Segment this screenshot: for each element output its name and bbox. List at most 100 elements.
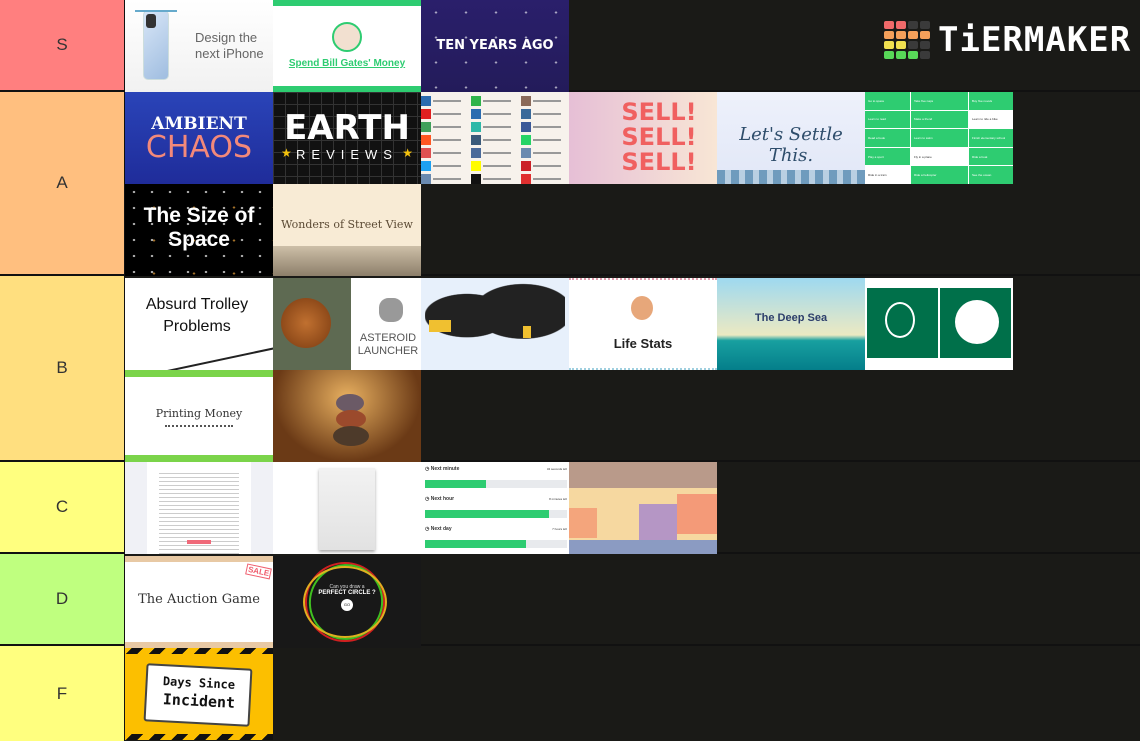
tile-printing-money[interactable]: Printing Money bbox=[125, 370, 273, 462]
star-icon: ★ bbox=[402, 146, 413, 160]
progress-track bbox=[425, 510, 567, 518]
share-icon bbox=[471, 160, 481, 171]
checklist-item: Go to space bbox=[865, 92, 910, 110]
tile-blank-paper[interactable] bbox=[273, 462, 421, 554]
objects-decoration bbox=[717, 170, 865, 184]
share-label bbox=[533, 164, 561, 167]
tier-label[interactable]: F bbox=[0, 646, 125, 741]
tile-bill-gates[interactable]: Spend Bill Gates' Money bbox=[273, 0, 421, 92]
share-icon bbox=[521, 108, 531, 119]
logo-square bbox=[896, 41, 906, 49]
tile-absurd-trolley[interactable]: Absurd Trolley Problems bbox=[125, 278, 273, 370]
tile-auction-game[interactable]: SALE The Auction Game bbox=[125, 556, 273, 648]
logo-square bbox=[884, 41, 894, 49]
tile-days-since-incident[interactable]: Days Since Incident bbox=[125, 648, 273, 740]
sale-stamp: SALE bbox=[244, 563, 272, 580]
share-button-grid bbox=[421, 92, 569, 184]
logo-square bbox=[884, 51, 894, 59]
share-button bbox=[521, 146, 569, 159]
checklist-item: Learn to read bbox=[865, 110, 910, 129]
progress-remaining: 7 hours left bbox=[552, 527, 567, 531]
sell-line: SELL! bbox=[621, 148, 697, 176]
share-button bbox=[471, 107, 519, 120]
tier-row-d: D SALE The Auction Game Can you draw a P… bbox=[0, 554, 1140, 648]
go-button[interactable]: GO bbox=[341, 599, 353, 611]
share-icon bbox=[521, 160, 531, 171]
tier-row-s: S Design the next iPhone Spend Bill Gate… bbox=[0, 0, 1140, 92]
tile-size-of-space[interactable]: The Size of Space bbox=[125, 184, 273, 276]
tier-items: SALE The Auction Game Can you draw a PER… bbox=[125, 554, 1140, 648]
checklist-item: See the ocean bbox=[969, 166, 1013, 184]
tile-asteroid-launcher[interactable]: ASTEROID LAUNCHER bbox=[351, 278, 421, 370]
share-label bbox=[483, 99, 511, 102]
sell-line: SELL! bbox=[621, 123, 697, 151]
tile-asteroid-crater[interactable] bbox=[273, 278, 351, 370]
tile-tectonic-plates[interactable] bbox=[569, 462, 717, 554]
tile-title: Spend Bill Gates' Money bbox=[288, 58, 406, 69]
checklist-item: Learn to swim bbox=[911, 129, 968, 147]
tier-label[interactable]: A bbox=[0, 92, 125, 274]
track-drawing bbox=[136, 347, 273, 370]
share-icon bbox=[521, 147, 531, 158]
share-label bbox=[533, 99, 561, 102]
checklist-item: Ride in a train bbox=[865, 166, 910, 184]
tier-row-a: A AMBIENT CHAOS EARTH ★ REVIEWS ★ SELL! S… bbox=[0, 92, 1140, 276]
tier-label[interactable]: C bbox=[0, 462, 125, 552]
tile-lets-settle-this[interactable]: Let's Settle This. bbox=[717, 92, 865, 184]
logo-grid-icon bbox=[884, 21, 930, 59]
tile-checklist[interactable]: Go to space Take five naps Buy five novels… bbox=[865, 92, 1013, 184]
share-button bbox=[471, 133, 519, 146]
share-label bbox=[533, 125, 561, 128]
logo-square bbox=[896, 51, 906, 59]
starbucks-logo-circle bbox=[955, 300, 999, 344]
share-icon bbox=[521, 173, 531, 184]
tier-label[interactable]: D bbox=[0, 554, 125, 644]
plate bbox=[569, 540, 717, 554]
tier-row-c: C ◷ Next minute 34 seconds left ◷ Next hou… bbox=[0, 462, 1140, 554]
tile-article-page[interactable] bbox=[125, 462, 273, 554]
tile-title: Design the next iPhone bbox=[195, 30, 264, 61]
tile-share-buttons[interactable] bbox=[421, 92, 569, 184]
tier-label[interactable]: S bbox=[0, 0, 125, 90]
logo-square bbox=[920, 31, 930, 39]
share-icon bbox=[421, 95, 431, 106]
logo-square bbox=[908, 51, 918, 59]
logo-square bbox=[920, 51, 930, 59]
share-label bbox=[433, 177, 461, 180]
tile-progress-bars[interactable]: ◷ Next minute 34 seconds left ◷ Next hour 8… bbox=[421, 462, 569, 554]
highlight-india bbox=[523, 326, 531, 338]
tile-design-iphone[interactable]: Design the next iPhone bbox=[125, 0, 273, 92]
share-button bbox=[471, 146, 519, 159]
tile-life-stats[interactable]: Life Stats bbox=[569, 278, 717, 370]
tile-balancing-stones[interactable] bbox=[273, 370, 421, 462]
plate bbox=[639, 504, 677, 544]
tile-subtitle: CHAOS bbox=[145, 130, 253, 165]
tile-sell[interactable]: SELL! SELL! SELL! bbox=[569, 92, 717, 184]
checklist-item: Play a sport bbox=[865, 147, 910, 166]
tile-world-map[interactable] bbox=[421, 278, 569, 370]
plate bbox=[569, 462, 717, 488]
tile-ambient-chaos[interactable]: AMBIENT CHAOS bbox=[125, 92, 273, 184]
share-button bbox=[421, 120, 469, 133]
tile-deep-sea[interactable]: The Deep Sea bbox=[717, 278, 865, 370]
share-icon bbox=[421, 160, 431, 171]
tile-ten-years-ago[interactable]: TEN YEARS AGO bbox=[421, 0, 569, 92]
share-label bbox=[433, 112, 461, 115]
checklist-item: Buy five novels bbox=[969, 92, 1013, 110]
checklist-item: Fly in a plane bbox=[911, 147, 968, 166]
share-label bbox=[483, 151, 511, 154]
tile-wonders-street-view[interactable]: Wonders of Street View bbox=[273, 184, 421, 276]
tile-perfect-circle[interactable]: Can you draw a PERFECT CIRCLE ? GO bbox=[273, 556, 421, 648]
logo-square bbox=[884, 31, 894, 39]
share-button bbox=[421, 94, 469, 107]
tile-earth-reviews[interactable]: EARTH ★ REVIEWS ★ bbox=[273, 92, 421, 184]
tiermaker-logo[interactable]: TiERMAKER bbox=[884, 20, 1131, 60]
share-label bbox=[533, 112, 561, 115]
logo-text: TiERMAKER bbox=[938, 20, 1132, 60]
share-label bbox=[433, 125, 461, 128]
tier-label[interactable]: B bbox=[0, 276, 125, 460]
tile-title: Let's Settle This. bbox=[739, 124, 843, 166]
highlight-us bbox=[429, 320, 451, 332]
logo-square bbox=[896, 21, 906, 29]
tile-draw-starbucks[interactable] bbox=[865, 278, 1013, 370]
